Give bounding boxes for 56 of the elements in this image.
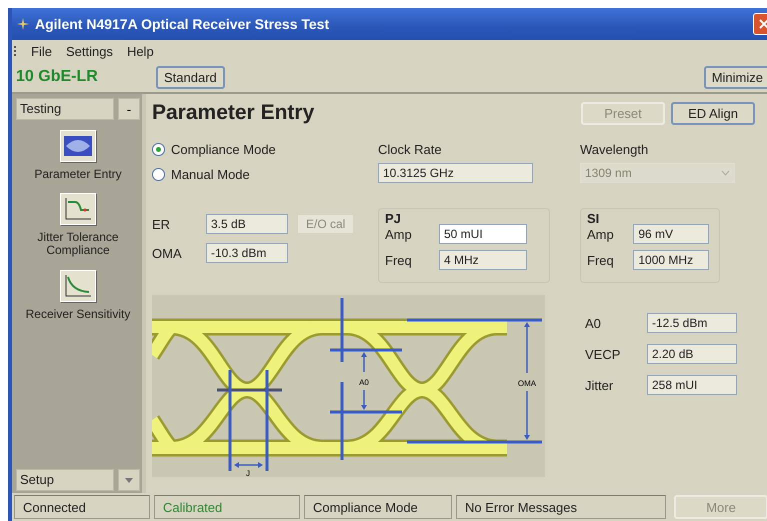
eye-diagram-icon [60, 130, 96, 162]
field-label: Clock Rate [378, 142, 443, 157]
field-label: Wavelength [580, 142, 650, 157]
close-icon [758, 18, 767, 30]
sidebar-item[interactable]: Receiver Sensitivity [26, 270, 130, 321]
value-field[interactable]: -10.3 dBm [206, 243, 288, 263]
menu-item[interactable]: File [31, 44, 52, 58]
clock-rate-field[interactable]: 10.3125 GHz [378, 163, 533, 183]
group-title: PJ [385, 211, 402, 226]
caret-icon [125, 478, 133, 482]
value-field[interactable]: 3.5 dB [206, 214, 288, 234]
sidebar-item[interactable]: Jitter Tolerance Compliance [16, 193, 140, 258]
field-label: Amp [587, 226, 615, 242]
mode-radio[interactable]: Manual Mode [152, 167, 250, 182]
field-label: Amp [385, 226, 413, 242]
page-title: Parameter Entry [152, 101, 316, 125]
result-field: 258 mUI [647, 375, 737, 395]
standard-button[interactable]: Standard [156, 66, 225, 88]
window-title: Agilent N4917A Optical Receiver Stress Test [35, 16, 330, 32]
setup-dropdown[interactable]: Setup [16, 469, 114, 491]
result-field: 2.20 dB [647, 344, 737, 364]
field-label: OMA [152, 246, 183, 260]
chevron-icon [721, 170, 730, 176]
result-field: -12.5 dBm [647, 313, 737, 333]
dropdown-button[interactable] [118, 469, 140, 491]
mode-radio[interactable]: Compliance Mode [152, 142, 276, 157]
standard-name: 10 GbE-LR [16, 68, 99, 86]
value-field[interactable]: 4 MHz [439, 250, 527, 270]
field-label: Freq [385, 252, 413, 268]
result-label: Jitter [585, 378, 614, 392]
menu-item[interactable]: Help [126, 44, 154, 58]
grip-icon [14, 45, 17, 57]
action-button[interactable]: ED Align [671, 102, 755, 124]
decay-chart-icon [60, 270, 96, 302]
app-logo-icon [16, 17, 30, 31]
result-label: VECP [585, 346, 622, 362]
collapse-button[interactable]: - [118, 98, 140, 120]
status-cell: Calibrated [154, 495, 300, 519]
status-cell: No Error Messages [456, 495, 666, 519]
result-label: A0 [585, 316, 602, 330]
status-cell: Connected [14, 495, 150, 519]
minimize-button[interactable]: Minimize [704, 66, 767, 88]
sidebar-item[interactable]: Parameter Entry [34, 130, 122, 182]
field-label: ER [152, 216, 172, 232]
sidebar-header: Testing [16, 98, 114, 120]
value-field[interactable]: 1000 MHz [633, 250, 709, 270]
diagram-label: OMA [518, 379, 536, 388]
status-cell: Compliance Mode [304, 495, 452, 519]
menu-item[interactable]: Settings [66, 44, 113, 58]
diagram-label: J [246, 469, 250, 477]
value-field[interactable]: 96 mV [633, 224, 709, 244]
field-label: Freq [587, 252, 615, 268]
value-field[interactable]: 50 mUI [439, 224, 527, 244]
diagram-label: A0 [359, 378, 369, 387]
curve-chart-icon [60, 193, 96, 226]
group-title: SI [587, 211, 600, 226]
